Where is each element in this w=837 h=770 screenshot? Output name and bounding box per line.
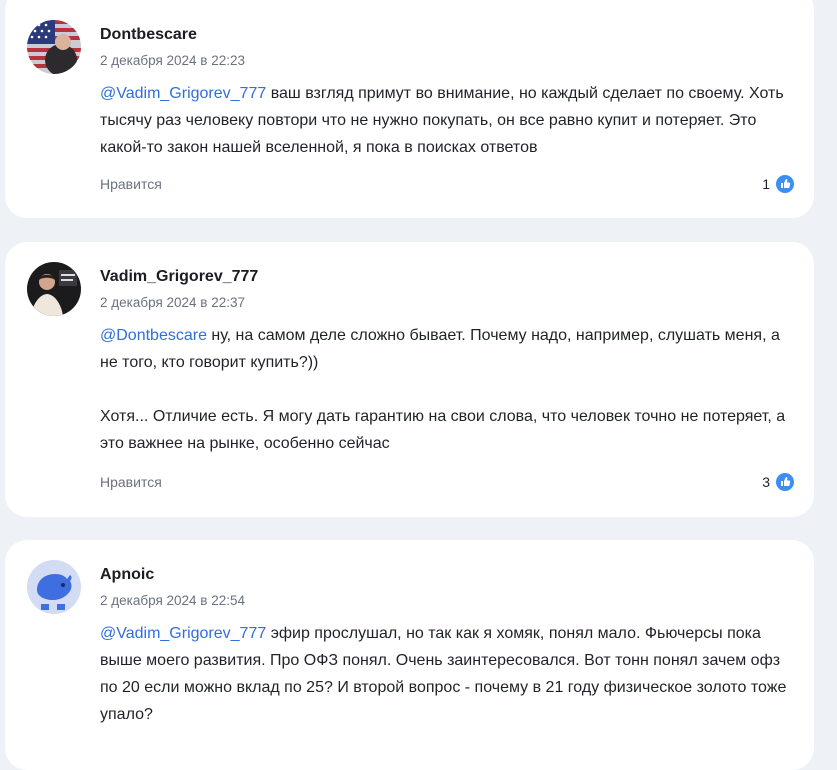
avatar[interactable] xyxy=(27,560,81,614)
comment-date: 2 декабря 2024 в 22:37 xyxy=(100,295,245,310)
avatar[interactable] xyxy=(27,20,81,74)
person-photo-avatar-icon xyxy=(27,262,81,316)
mention-link[interactable]: @Vadim_Grigorev_777 xyxy=(100,85,266,102)
thumbs-up-icon[interactable] xyxy=(776,175,794,193)
comment-body: Хотя... Отличие есть. Я могу дать гарант… xyxy=(100,408,786,452)
comment-text: @Vadim_Grigorev_777 эфир прослушал, но т… xyxy=(100,620,790,728)
comment-author[interactable]: Apnoic xyxy=(100,566,154,584)
mention-link[interactable]: @Dontbescare xyxy=(100,327,207,344)
comment-date: 2 декабря 2024 в 22:54 xyxy=(100,593,245,608)
like-count: 3 xyxy=(762,474,770,490)
comment-card: Apnoic 2 декабря 2024 в 22:54 @Vadim_Gri… xyxy=(5,540,814,770)
like-count: 1 xyxy=(762,176,770,192)
capybara-avatar-icon xyxy=(27,560,81,614)
comment-card: Dontbescare 2 декабря 2024 в 22:23 @Vadi… xyxy=(5,0,814,218)
avatar[interactable] xyxy=(27,262,81,316)
like-button[interactable]: Нравится xyxy=(100,176,162,192)
comment-card: Vadim_Grigorev_777 2 декабря 2024 в 22:3… xyxy=(5,242,814,517)
comment-author[interactable]: Vadim_Grigorev_777 xyxy=(100,268,258,286)
comment-text: @Dontbescare ну, на самом деле сложно бы… xyxy=(100,322,790,457)
thumbs-up-icon[interactable] xyxy=(776,473,794,491)
like-button[interactable]: Нравится xyxy=(100,474,162,490)
flag-avatar-icon xyxy=(27,20,81,74)
like-counter[interactable]: 3 xyxy=(762,473,794,491)
comment-date: 2 декабря 2024 в 22:23 xyxy=(100,53,245,68)
comment-text: @Vadim_Grigorev_777 ваш взгляд примут во… xyxy=(100,80,790,161)
like-counter[interactable]: 1 xyxy=(762,175,794,193)
mention-link[interactable]: @Vadim_Grigorev_777 xyxy=(100,625,266,642)
comment-author[interactable]: Dontbescare xyxy=(100,26,197,44)
